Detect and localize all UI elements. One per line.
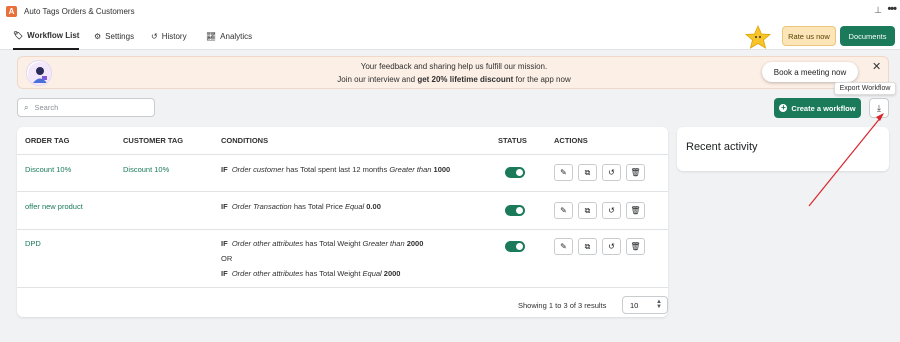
condition-text: IF Order other attributes has Total Weig… xyxy=(221,239,424,248)
tab-label: Analytics xyxy=(220,31,253,41)
create-workflow-label: Create a workflow xyxy=(791,103,856,113)
tab-label: Settings xyxy=(105,31,135,41)
tab-settings[interactable]: ⚙ Settings xyxy=(94,22,134,50)
search-box[interactable]: ⌕ xyxy=(17,98,155,117)
status-toggle[interactable] xyxy=(505,205,525,216)
edit-icon[interactable]: ✎ xyxy=(554,202,573,219)
duplicate-icon[interactable]: ⧉ xyxy=(578,164,597,181)
tab-label: History xyxy=(161,31,187,41)
condition-text: IF Order other attributes has Total Weig… xyxy=(221,269,401,278)
app-title: Auto Tags Orders & Customers xyxy=(24,6,135,16)
export-tooltip: Export Workflow xyxy=(834,82,896,95)
tab-label: Workflow List xyxy=(27,30,80,40)
per-page-select[interactable]: 10 ▲ ▼ xyxy=(622,296,668,314)
per-page-value: 10 xyxy=(630,300,639,310)
condition-or: OR xyxy=(221,254,233,263)
column-header: STATUS xyxy=(498,136,527,145)
chart-icon: 📈︎ xyxy=(206,31,217,41)
banner-message: Your feedback and sharing help us fulfil… xyxy=(360,62,548,71)
star-mascot-icon xyxy=(744,25,772,49)
tag-icon: 🏷︎ xyxy=(13,30,24,40)
status-toggle[interactable] xyxy=(505,167,525,178)
promo-banner: Your feedback and sharing help us fulfil… xyxy=(17,56,889,89)
workflow-table: ORDER TAG CUSTOMER TAG CONDITIONS STATUS… xyxy=(17,127,668,317)
reset-icon[interactable]: ↺ xyxy=(602,164,621,181)
gear-icon: ⚙ xyxy=(94,31,102,41)
tab-analytics[interactable]: 📈︎ Analytics xyxy=(206,22,252,50)
column-header: ORDER TAG xyxy=(25,136,70,145)
divider xyxy=(17,287,668,288)
duplicate-icon[interactable]: ⧉ xyxy=(578,238,597,255)
recent-activity-card: Recent activity xyxy=(677,127,889,171)
history-icon: ↺ xyxy=(151,31,158,41)
divider xyxy=(17,191,668,192)
search-icon: ⌕ xyxy=(24,102,29,112)
app-logo: A xyxy=(6,5,17,17)
delete-icon[interactable]: 🗑︎ xyxy=(626,238,645,255)
column-header: CONDITIONS xyxy=(221,136,269,145)
order-tag-link[interactable]: Discount 10% xyxy=(25,165,71,174)
app-titlebar: A Auto Tags Orders & Customers ⊥ ••• xyxy=(0,0,900,22)
column-header: CUSTOMER TAG xyxy=(123,136,184,145)
condition-text: IF Order customer has Total spent last 1… xyxy=(221,165,451,174)
tab-history[interactable]: ↺ History xyxy=(151,22,187,50)
download-icon: ⤓ xyxy=(877,102,881,113)
order-tag-link[interactable]: offer new product xyxy=(25,202,83,211)
book-meeting-button[interactable]: Book a meeting now xyxy=(762,62,858,82)
divider xyxy=(17,229,668,230)
create-workflow-button[interactable]: + Create a workflow xyxy=(774,98,861,118)
export-workflow-button[interactable]: ⤓ xyxy=(869,98,889,118)
column-header: ACTIONS xyxy=(554,136,588,145)
condition-text: IF Order Transaction has Total Price Equ… xyxy=(221,202,381,211)
order-tag-link[interactable]: DPD xyxy=(25,239,41,248)
search-input[interactable] xyxy=(34,103,145,112)
tab-workflow-list[interactable]: 🏷︎ Workflow List xyxy=(13,22,80,50)
edit-icon[interactable]: ✎ xyxy=(554,164,573,181)
reset-icon[interactable]: ↺ xyxy=(602,238,621,255)
edit-icon[interactable]: ✎ xyxy=(554,238,573,255)
reset-icon[interactable]: ↺ xyxy=(602,202,621,219)
delete-icon[interactable]: 🗑︎ xyxy=(626,202,645,219)
banner-offer: Join our interview and get 20% lifetime … xyxy=(337,75,571,84)
results-summary: Showing 1 to 3 of 3 results xyxy=(518,301,607,310)
customer-tag-link[interactable]: Discount 10% xyxy=(123,165,169,174)
status-toggle[interactable] xyxy=(505,241,525,252)
more-options-icon[interactable]: ••• xyxy=(887,3,897,15)
chevron-updown-icon: ▲ ▼ xyxy=(656,299,662,310)
close-icon[interactable]: ✕ xyxy=(872,60,881,73)
plus-icon: + xyxy=(779,103,788,112)
recent-activity-title: Recent activity xyxy=(686,141,758,153)
documents-button[interactable]: Documents xyxy=(840,26,895,46)
duplicate-icon[interactable]: ⧉ xyxy=(578,202,597,219)
rate-us-button[interactable]: Rate us now xyxy=(782,26,836,46)
delete-icon[interactable]: 🗑︎ xyxy=(626,164,645,181)
pin-icon[interactable]: ⊥ xyxy=(874,5,882,16)
divider xyxy=(17,154,668,155)
